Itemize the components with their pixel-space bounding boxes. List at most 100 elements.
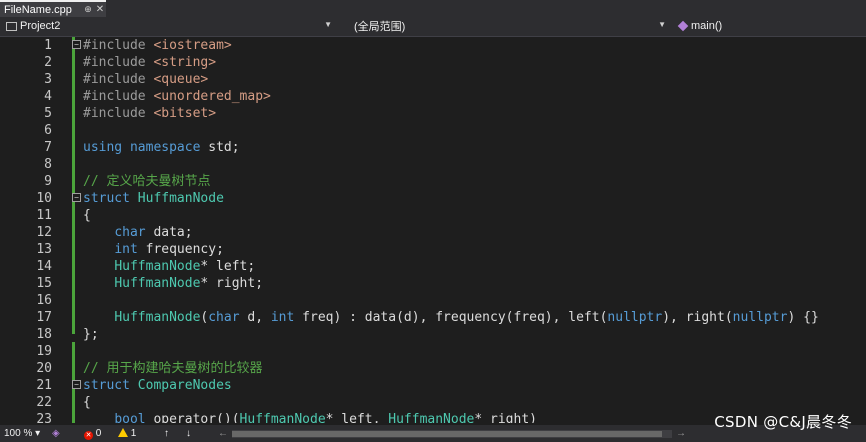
watermark: CSDN @C&J晨冬冬 — [714, 413, 852, 431]
pin-icon[interactable]: ⊕ — [82, 4, 94, 15]
code-line[interactable]: 8 — [0, 156, 866, 173]
member-dropdown[interactable]: main() — [672, 18, 866, 34]
code-text: }; — [83, 327, 99, 342]
code-line[interactable]: 5 #include <bitset> — [0, 105, 866, 122]
code-line[interactable]: 13 int frequency; — [0, 241, 866, 258]
line-number: 8 — [44, 157, 52, 172]
line-number: 14 — [36, 259, 52, 274]
scroll-right-button[interactable]: → — [676, 425, 686, 442]
code-text: // 定义哈夫曼树节点 — [83, 174, 211, 189]
code-text: // 用于构建哈夫曼树的比较器 — [83, 361, 263, 376]
code-line[interactable]: 9 // 定义哈夫曼树节点 — [0, 173, 866, 190]
scrollbar-thumb[interactable] — [232, 431, 662, 437]
error-icon: ✕ — [84, 431, 93, 440]
code-text: int frequency; — [114, 242, 224, 257]
code-text: HuffmanNode* left; — [114, 259, 256, 274]
warning-count[interactable]: 1 — [118, 425, 136, 442]
zoom-value: 100 % — [4, 428, 33, 439]
line-number: 15 — [36, 276, 52, 291]
code-line[interactable]: 3 #include <queue> — [0, 71, 866, 88]
chevron-down-icon: ▼ — [324, 20, 332, 29]
code-text: #include <iostream> — [83, 38, 232, 53]
line-number: 13 — [36, 242, 52, 257]
previous-issue-button[interactable]: ↑ — [164, 425, 169, 442]
code-line[interactable]: 12 char data; — [0, 224, 866, 241]
code-line[interactable]: 6 — [0, 122, 866, 139]
line-number: 23 — [36, 412, 52, 423]
code-text: #include <string> — [83, 55, 217, 70]
code-line[interactable]: 14 HuffmanNode* left; — [0, 258, 866, 275]
code-line[interactable]: 21 − struct CompareNodes — [0, 377, 866, 394]
tab-label: FileName.cpp — [4, 3, 72, 16]
line-number: 1 — [44, 38, 52, 53]
line-number: 18 — [36, 327, 52, 342]
document-tab-bar: FileName.cpp ⊕ ✕ — [0, 0, 866, 17]
horizontal-scrollbar[interactable] — [232, 430, 672, 438]
line-number: 9 — [44, 174, 52, 189]
code-text: HuffmanNode* right; — [114, 276, 264, 291]
line-number: 11 — [36, 208, 52, 223]
code-text: { — [83, 208, 91, 223]
line-number: 22 — [36, 395, 52, 410]
code-line[interactable]: 4 #include <unordered_map> — [0, 88, 866, 105]
code-line[interactable]: 19 — [0, 343, 866, 360]
code-line[interactable]: 7 using namespace std; — [0, 139, 866, 156]
code-line[interactable]: 20 // 用于构建哈夫曼树的比较器 — [0, 360, 866, 377]
code-text: char data; — [114, 225, 193, 240]
scope-dropdown[interactable]: (全局范围) ▼ — [340, 18, 670, 34]
code-line[interactable]: 18}; — [0, 326, 866, 343]
member-label: main() — [691, 20, 723, 32]
warning-icon — [118, 428, 128, 437]
collapse-icon[interactable]: − — [72, 380, 81, 389]
code-line[interactable]: 16 — [0, 292, 866, 309]
code-line[interactable]: 2 #include <string> — [0, 54, 866, 71]
line-number: 4 — [44, 89, 52, 104]
tab-filename-cpp[interactable]: FileName.cpp ⊕ ✕ — [0, 0, 106, 17]
intellicode-icon[interactable]: ◈ — [52, 425, 60, 442]
code-text: using namespace std; — [83, 140, 240, 155]
line-number: 7 — [44, 140, 52, 155]
project-icon — [6, 21, 17, 31]
line-number: 10 — [36, 191, 52, 206]
collapse-icon[interactable]: − — [72, 40, 81, 49]
project-label: Project2 — [20, 20, 61, 32]
navigation-bar: Project2 ▼ (全局范围) ▼ main() — [0, 17, 866, 37]
code-text: bool operator()(HuffmanNode* left, Huffm… — [114, 412, 537, 423]
code-text: HuffmanNode(char d, int freq) : data(d),… — [114, 310, 819, 325]
function-cube-icon — [677, 20, 689, 32]
line-number: 2 — [44, 55, 52, 70]
code-text: { — [83, 395, 91, 410]
close-icon[interactable]: ✕ — [94, 4, 106, 15]
code-text: #include <queue> — [83, 72, 209, 87]
zoom-level[interactable]: 100 % ▾ — [4, 425, 40, 442]
line-number: 20 — [36, 361, 52, 376]
line-number: 19 — [36, 344, 52, 359]
line-number: 6 — [44, 123, 52, 138]
code-text: #include <unordered_map> — [83, 89, 271, 104]
code-line[interactable]: 17 HuffmanNode(char d, int freq) : data(… — [0, 309, 866, 326]
code-line[interactable]: 11 { — [0, 207, 866, 224]
line-number: 21 — [36, 378, 52, 393]
code-text: struct HuffmanNode — [83, 191, 224, 206]
line-number: 17 — [36, 310, 52, 325]
warning-count-value: 1 — [130, 428, 137, 439]
code-editor[interactable]: 1− #include <iostream> 2 #include <string> 3… — [0, 37, 866, 423]
scroll-left-button[interactable]: ← — [218, 425, 228, 442]
code-line[interactable]: 1 − #include <iostream> — [0, 37, 866, 54]
collapse-icon[interactable]: − — [72, 193, 81, 202]
line-number: 12 — [36, 225, 52, 240]
code-line[interactable]: 10 − struct HuffmanNode — [0, 190, 866, 207]
code-text: struct CompareNodes — [83, 378, 232, 393]
line-number: 16 — [36, 293, 52, 308]
line-number: 5 — [44, 106, 52, 121]
next-issue-button[interactable]: ↓ — [186, 425, 191, 442]
line-number: 3 — [44, 72, 52, 87]
code-text: #include <bitset> — [83, 106, 217, 121]
error-count[interactable]: ✕ 0 — [84, 425, 101, 442]
scope-label: (全局范围) — [354, 21, 406, 33]
project-dropdown[interactable]: Project2 ▼ — [2, 18, 336, 34]
error-count-value: 0 — [95, 428, 102, 439]
code-line[interactable]: 22 { — [0, 394, 866, 411]
chevron-down-icon: ▼ — [658, 20, 666, 29]
code-line[interactable]: 15 HuffmanNode* right; — [0, 275, 866, 292]
